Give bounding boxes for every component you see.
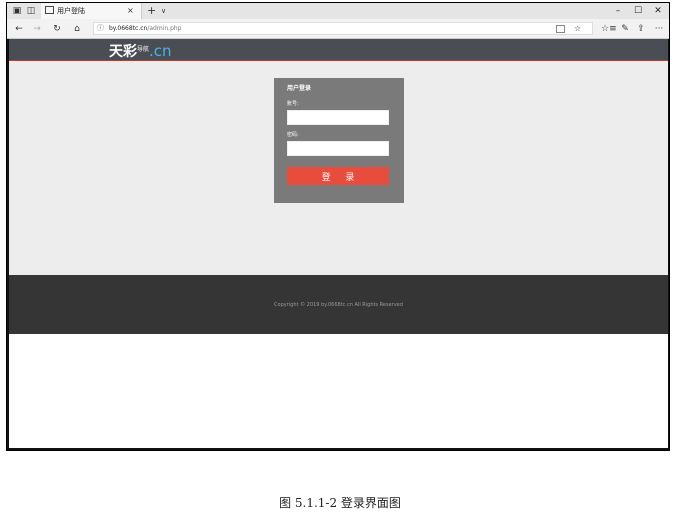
close-window-button[interactable]: ✕	[651, 5, 665, 17]
url-host: by.0668tc.cn	[109, 25, 148, 32]
maximize-button[interactable]: ☐	[631, 5, 645, 17]
page-icon	[45, 6, 54, 14]
refresh-icon[interactable]: ↻	[51, 23, 63, 35]
logo-main: 天彩	[109, 44, 137, 60]
tab-actions-icon[interactable]: ▣	[11, 5, 23, 17]
minimize-button[interactable]: –	[611, 5, 625, 17]
web-page: 天彩导航.cn 用户登录 账号: 密码: 登 录 Copyright © 201…	[9, 39, 668, 448]
new-tab-button[interactable]: +	[147, 4, 156, 18]
site-footer: Copyright © 2019 by.0668tc.cn All Rights…	[9, 275, 668, 334]
password-label: 密码:	[287, 132, 299, 138]
home-icon[interactable]: ⌂	[71, 23, 83, 35]
url-field[interactable]: ⓘ by.0668tc.cn/admin.php ☆	[93, 22, 593, 35]
figure-caption: 图 5.1.1-2 登录界面图	[279, 496, 401, 510]
logo-sub: 导航	[137, 46, 150, 53]
page-body: 用户登录 账号: 密码: 登 录	[9, 61, 668, 275]
favorites-icon[interactable]: ☆≡	[601, 23, 617, 35]
share-icon[interactable]: ⇪	[635, 23, 647, 35]
site-info-icon[interactable]: ⓘ	[97, 23, 104, 34]
browser-window: ▣ ◫ 用户登陆 × + ∨ – ☐ ✕ ← → ↻ ⌂ ⓘ by.0668tc…	[6, 2, 670, 451]
blank-area	[9, 334, 668, 448]
tab-bar: ▣ ◫ 用户登陆 × + ∨ – ☐ ✕	[7, 3, 669, 19]
login-title: 用户登录	[287, 85, 312, 92]
site-logo[interactable]: 天彩导航.cn	[109, 41, 172, 60]
account-input[interactable]	[287, 110, 389, 125]
url-path: /admin.php	[147, 25, 182, 32]
tab-preview-icon[interactable]: ◫	[25, 5, 37, 17]
logo-cn: .cn	[149, 42, 172, 60]
site-header: 天彩导航.cn	[9, 39, 668, 61]
login-panel: 用户登录 账号: 密码: 登 录	[274, 78, 404, 203]
tab-close-icon[interactable]: ×	[127, 5, 134, 17]
back-icon[interactable]: ←	[13, 23, 25, 35]
more-icon[interactable]: ···	[653, 23, 665, 35]
login-button[interactable]: 登 录	[287, 167, 389, 185]
favorite-star-icon[interactable]: ☆	[574, 23, 581, 34]
tab-list-chevron-icon[interactable]: ∨	[161, 5, 166, 17]
password-input[interactable]	[287, 141, 389, 156]
address-bar: ← → ↻ ⌂ ⓘ by.0668tc.cn/admin.php ☆ ☆≡ ✎ …	[7, 19, 669, 39]
copyright-text: Copyright © 2019 by.0668tc.cn All Rights…	[274, 302, 403, 308]
pen-icon[interactable]: ✎	[619, 23, 631, 35]
forward-icon[interactable]: →	[31, 23, 43, 35]
reading-view-icon[interactable]	[556, 25, 565, 33]
url-text[interactable]: by.0668tc.cn/admin.php	[109, 23, 182, 34]
tab-title: 用户登陆	[57, 7, 85, 15]
tab-user-login[interactable]: 用户登陆 ×	[41, 3, 142, 19]
account-label: 账号:	[287, 101, 299, 107]
